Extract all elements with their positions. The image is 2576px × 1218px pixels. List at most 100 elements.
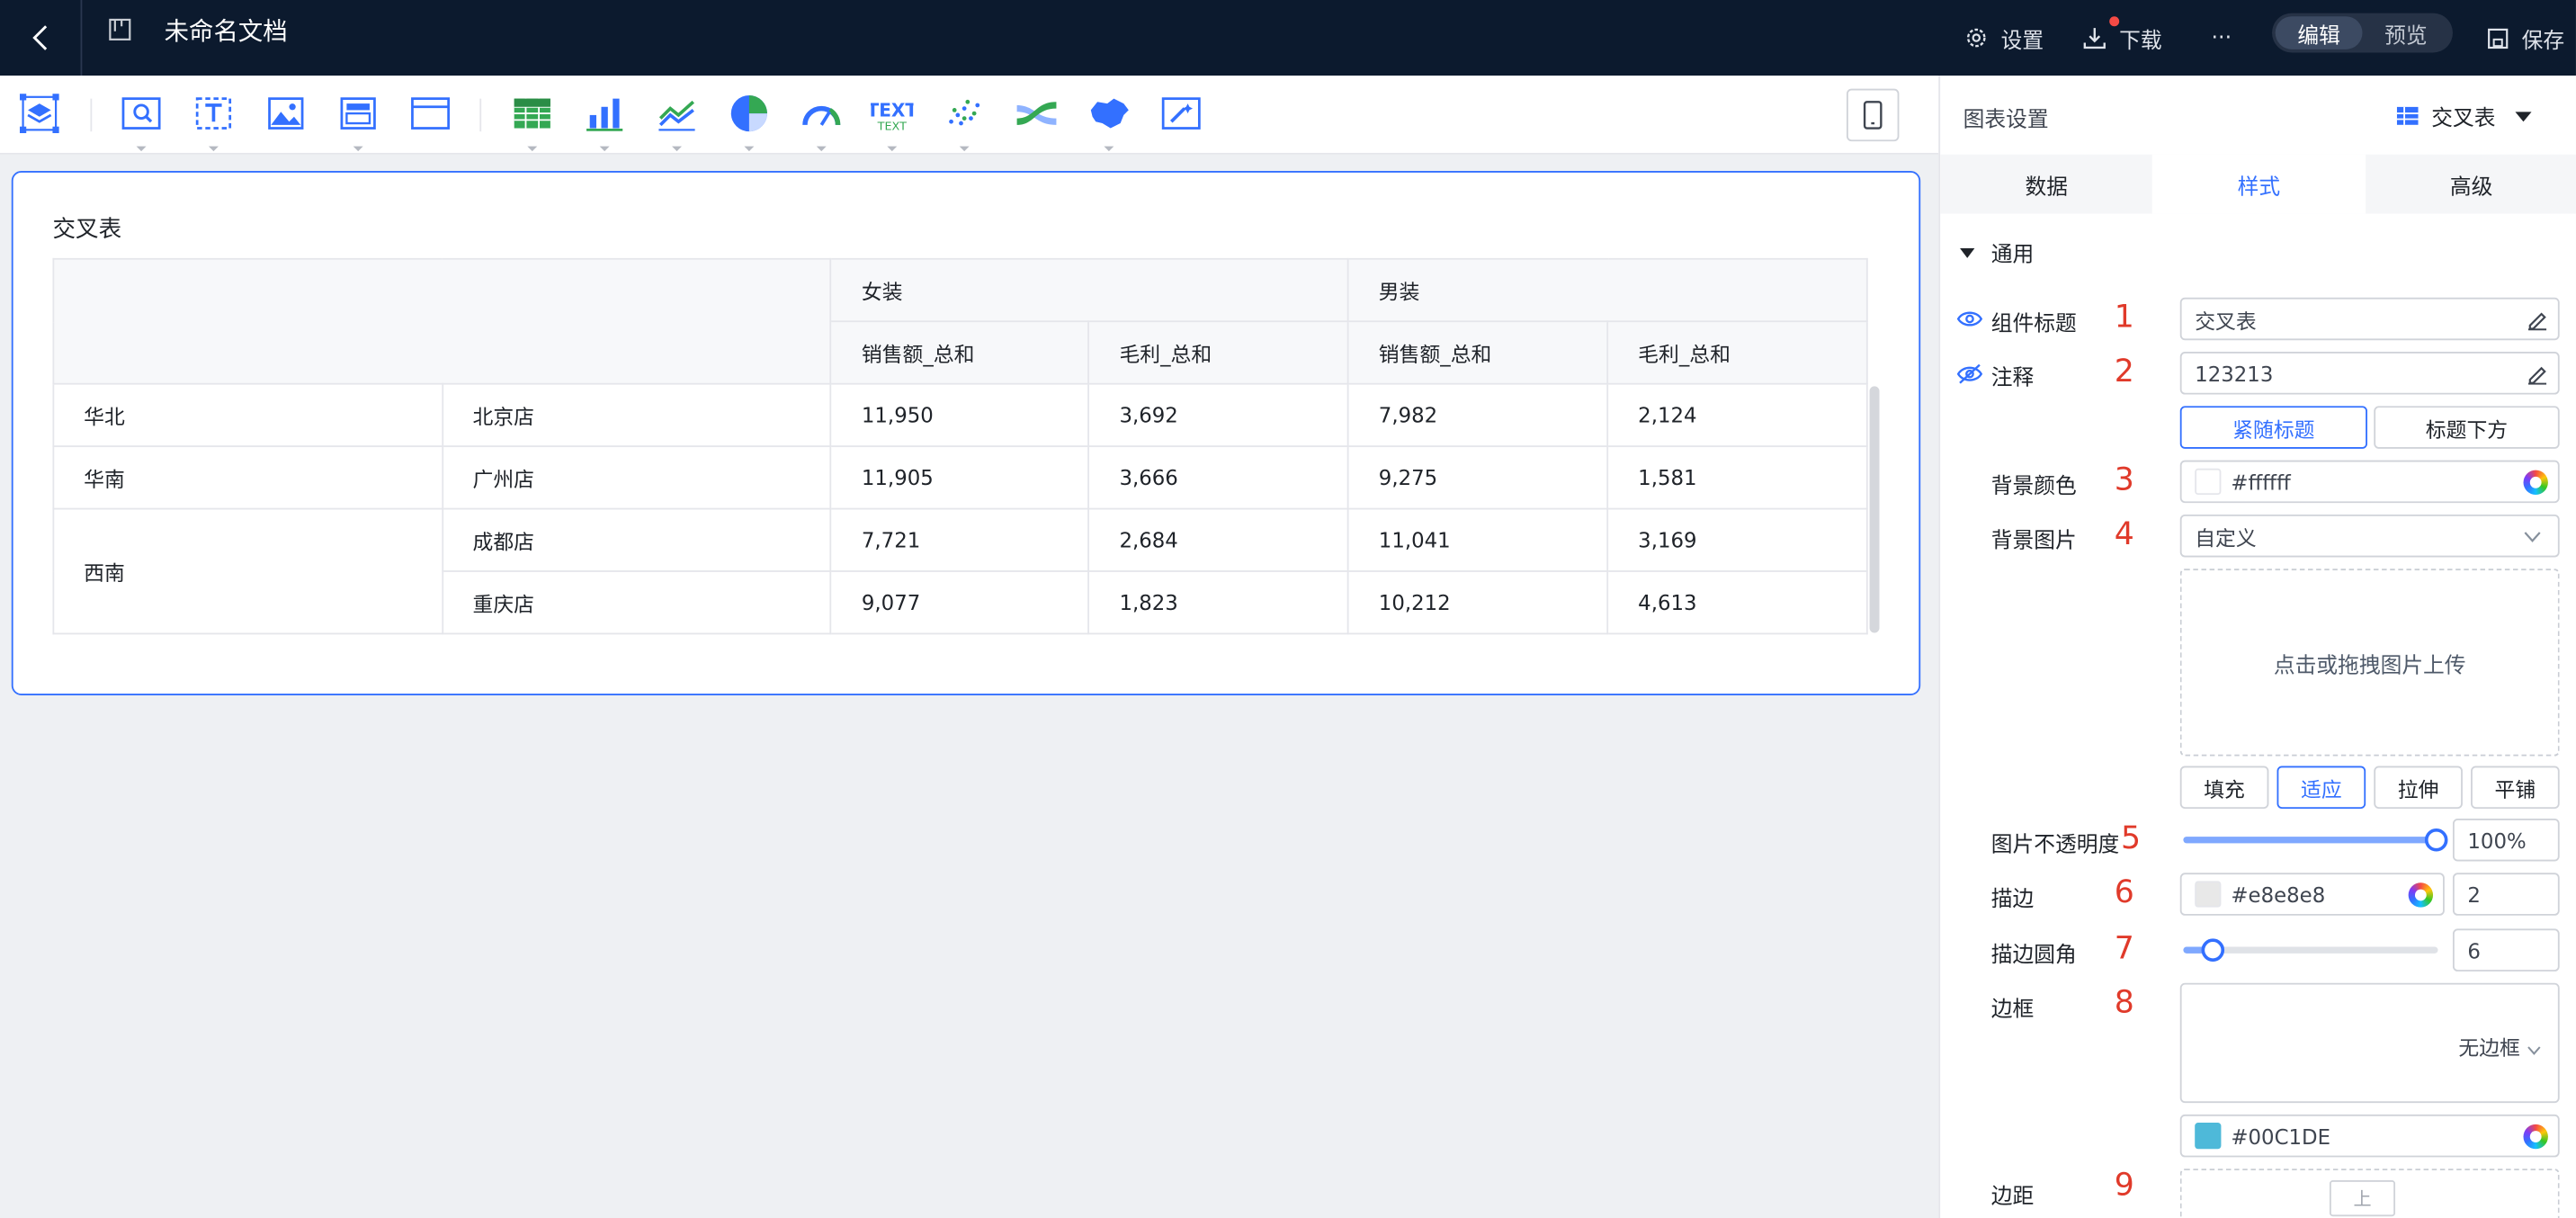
layer-button[interactable] <box>18 92 60 135</box>
caret-icon <box>672 146 682 152</box>
fit-adapt-button[interactable]: 适应 <box>2276 766 2366 810</box>
table-header-row: 女装 男装 <box>52 257 1868 385</box>
preview-mode-button[interactable]: 预览 <box>2363 16 2450 49</box>
section-general-header[interactable]: 通用 <box>1960 237 2034 268</box>
mobile-view-button[interactable] <box>1846 88 1900 142</box>
tab-style[interactable]: 样式 <box>2152 154 2366 214</box>
border-style-select[interactable]: 无边框 <box>2458 1031 2541 1062</box>
bg-color-input[interactable]: #ffffff <box>2179 460 2560 504</box>
save-button[interactable]: 保存 <box>2487 0 2564 76</box>
cross-table-icon <box>2396 106 2419 125</box>
opacity-input[interactable]: 100% <box>2452 818 2560 862</box>
caret-icon <box>353 146 363 152</box>
fit-stretch-button[interactable]: 拉伸 <box>2374 766 2463 810</box>
radius-label: 描边圆角 <box>1990 943 2077 969</box>
line-chart-button[interactable] <box>656 92 698 152</box>
annotation-number: 5 <box>2121 819 2142 857</box>
document-icon <box>109 18 131 40</box>
query-control-button[interactable] <box>120 92 162 152</box>
region-cell: 华北 <box>52 382 443 448</box>
mode-switch[interactable]: 编辑 预览 <box>2272 13 2453 53</box>
opacity-slider[interactable] <box>2183 828 2448 852</box>
sankey-icon <box>1016 102 1057 125</box>
scatter-button[interactable] <box>943 92 985 152</box>
more-button[interactable]: ··· <box>2211 0 2232 76</box>
query-icon <box>121 97 161 130</box>
color-picker-icon[interactable] <box>2523 1124 2548 1150</box>
image-upload-area[interactable]: 点击或拖拽图片上传 <box>2179 569 2560 757</box>
map-button[interactable] <box>1087 92 1130 152</box>
bar-chart-icon <box>586 98 623 131</box>
margin-top-input[interactable]: 上 <box>2329 1180 2396 1217</box>
caret-icon <box>1104 146 1114 152</box>
chart-settings-panel: 图表设置 交叉表 数据 样式 高级 通用 组件标题 1 交叉表 注释 2 123… <box>1938 76 2576 1218</box>
fit-tile-button[interactable]: 平铺 <box>2471 766 2560 810</box>
tab-data[interactable]: 数据 <box>1940 155 2152 214</box>
edit-icon[interactable] <box>2527 363 2548 385</box>
value-cell: 7,721 <box>830 507 1090 572</box>
text-chart-icon: TEXTTEXT <box>871 100 913 133</box>
map-icon <box>1090 98 1129 129</box>
text-chart-button[interactable]: TEXTTEXT <box>871 92 914 152</box>
opacity-slider-knob[interactable] <box>2424 828 2448 852</box>
store-cell: 重庆店 <box>441 570 833 635</box>
table-button[interactable] <box>511 92 553 152</box>
gauge-button[interactable] <box>801 92 843 152</box>
eye-off-icon[interactable] <box>1956 363 1983 385</box>
chevron-left-icon <box>31 25 47 50</box>
value-cell: 7,982 <box>1347 382 1609 448</box>
value-cell: 3,169 <box>1606 507 1868 572</box>
radius-input[interactable]: 6 <box>2452 928 2560 972</box>
table-scrollbar[interactable] <box>1869 386 1880 633</box>
component-title-input[interactable]: 交叉表 <box>2179 297 2560 341</box>
back-button[interactable] <box>0 0 83 76</box>
bar-chart-button[interactable] <box>583 92 625 152</box>
pie-chart-button[interactable] <box>728 92 770 152</box>
caret-icon <box>136 146 147 152</box>
note-follow-title-button[interactable]: 紧随标题 <box>2179 406 2367 449</box>
settings-button[interactable]: 设置 <box>1964 0 2044 76</box>
table-row: 华北 北京店 11,950 3,692 7,982 2,124 <box>52 382 1868 448</box>
bg-image-label: 背景图片 <box>1990 529 2077 554</box>
table-icon <box>514 98 550 129</box>
container-button[interactable] <box>409 92 452 135</box>
stroke-width-input[interactable]: 2 <box>2452 873 2560 916</box>
fit-fill-button[interactable]: 填充 <box>2179 766 2269 810</box>
cross-table-widget[interactable]: 交叉表 女装 男装 销售额_总和 毛利_总和 销售额_总和 毛利_总和 华北 北… <box>11 171 1921 695</box>
chart-type-select[interactable]: 交叉表 <box>2396 100 2532 131</box>
caret-icon <box>959 146 970 152</box>
border-style-preview[interactable]: 无边框 <box>2179 982 2560 1104</box>
text-box-button[interactable] <box>192 92 235 152</box>
image-button[interactable] <box>264 92 307 135</box>
color-picker-icon[interactable] <box>2408 882 2434 908</box>
layer-icon <box>19 94 59 134</box>
annotation-number: 9 <box>2114 1167 2134 1204</box>
store-cell: 成都店 <box>441 507 833 572</box>
edit-icon[interactable] <box>2527 309 2548 331</box>
margin-editor: 上 <box>2179 1169 2560 1218</box>
note-input[interactable]: 123213 <box>2179 352 2560 395</box>
tab-advanced[interactable]: 高级 <box>2366 155 2576 214</box>
sankey-button[interactable] <box>1015 92 1058 135</box>
eye-icon[interactable] <box>1956 309 1983 329</box>
bg-image-select[interactable]: 自定义 <box>2179 514 2560 558</box>
color-picker-icon[interactable] <box>2523 470 2548 496</box>
magic-icon <box>1161 97 1201 130</box>
radius-slider[interactable] <box>2183 938 2438 962</box>
edit-mode-button[interactable]: 编辑 <box>2275 16 2363 49</box>
toolbar-divider <box>479 98 482 132</box>
scatter-icon <box>949 99 980 126</box>
border-color-input[interactable]: #00C1DE <box>2179 1114 2560 1158</box>
caret-icon <box>599 146 610 152</box>
save-label: 保存 <box>2521 28 2565 54</box>
radius-slider-knob[interactable] <box>2201 938 2225 962</box>
document-title[interactable]: 未命名文档 <box>165 14 288 48</box>
magic-button[interactable] <box>1160 92 1203 135</box>
margin-label: 边距 <box>1990 1185 2035 1210</box>
download-button[interactable]: 下载 <box>2083 0 2162 76</box>
stroke-color-input[interactable]: #e8e8e8 <box>2179 873 2445 916</box>
top-bar: 未命名文档 设置 下载 ··· 编辑 预览 保存 <box>0 0 2576 76</box>
tab-container-button[interactable] <box>336 92 379 152</box>
note-below-title-button[interactable]: 标题下方 <box>2374 406 2560 449</box>
bg-color-value: #ffffff <box>2231 469 2291 495</box>
